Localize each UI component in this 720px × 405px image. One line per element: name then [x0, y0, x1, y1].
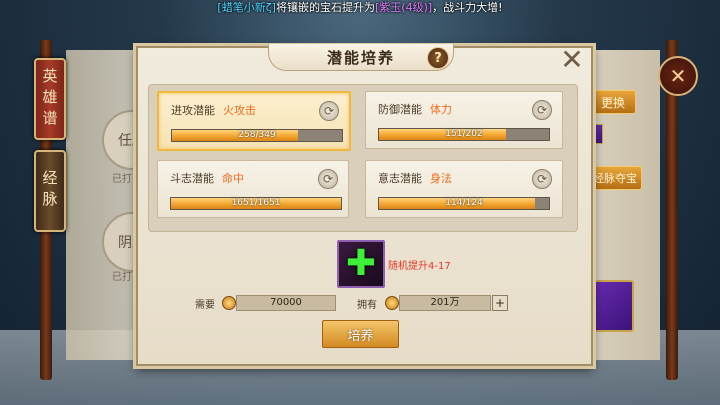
refresh-icon[interactable]: ⟳: [532, 169, 552, 189]
need-amount: 70000: [236, 295, 336, 311]
card-will-potential[interactable]: 意志潜能 身法 ⟳ 114/124: [365, 160, 563, 218]
need-label: 需要: [195, 300, 215, 311]
card-label: 进攻潜能 火攻击: [171, 104, 256, 117]
progress-text: 258/349: [238, 130, 276, 140]
announcement-text-end: ，战斗力大增!: [432, 1, 503, 14]
close-icon[interactable]: ✕: [560, 46, 584, 74]
help-icon[interactable]: ?: [427, 47, 449, 69]
card-label: 防御潜能 体力: [378, 103, 452, 116]
tab-heroes[interactable]: 英雄谱: [34, 58, 66, 140]
left-scroll-page: [66, 50, 146, 360]
card-attack-potential[interactable]: 进攻潜能 火攻击 ⟳ 258/349: [157, 91, 351, 151]
progress-text: 114/124: [445, 198, 483, 208]
potential-item-slot[interactable]: ✚: [337, 240, 385, 288]
card-label: 意志潜能 身法: [378, 172, 452, 185]
refresh-icon[interactable]: ⟳: [319, 101, 339, 121]
meridian-treasure-button[interactable]: 经脉夺宝: [588, 166, 642, 190]
coin-icon: [222, 296, 236, 310]
announcement-bar: [蜡笔小新ζ]将镶嵌的宝石提升为[紫玉(4级)]，战斗力大增!: [0, 0, 720, 16]
progress-bar: 151/202: [378, 128, 550, 141]
have-label: 拥有: [357, 300, 377, 311]
meridian-node-ren-note: 已打: [112, 174, 132, 185]
card-spirit-potential[interactable]: 斗志潜能 命中 ⟳ 1651/1651: [157, 160, 349, 218]
progress-bar: 258/349: [171, 129, 343, 142]
tab-meridian[interactable]: 经脉: [34, 150, 66, 232]
card-label: 斗志潜能 命中: [170, 172, 244, 185]
plus-item-icon: ✚: [345, 243, 377, 284]
book-close-icon[interactable]: ✕: [658, 56, 698, 96]
progress-bar: 114/124: [378, 197, 550, 210]
item-effect-text: 随机提升4-17: [388, 261, 451, 272]
add-currency-button[interactable]: +: [492, 295, 508, 311]
progress-text: 1651/1651: [231, 198, 281, 208]
refresh-icon[interactable]: ⟳: [532, 100, 552, 120]
progress-bar: 1651/1651: [170, 197, 342, 210]
card-defense-potential[interactable]: 防御潜能 体力 ⟳ 151/202: [365, 91, 563, 149]
progress-text: 151/202: [445, 129, 483, 139]
meridian-node-yinqiao-note: 已打: [112, 272, 132, 283]
refresh-icon[interactable]: ⟳: [318, 169, 338, 189]
cultivate-button[interactable]: 培养: [322, 320, 399, 348]
announcement-text-mid: 将镶嵌的宝石提升为: [275, 1, 375, 14]
announcement-gem[interactable]: [紫玉(4级)]: [375, 1, 432, 14]
have-amount: 201万: [399, 295, 491, 311]
announcement-player[interactable]: [蜡笔小新ζ]: [217, 1, 276, 14]
coin-icon: [385, 296, 399, 310]
purple-book-icon[interactable]: [590, 280, 634, 332]
replace-button[interactable]: 更换: [590, 90, 636, 114]
